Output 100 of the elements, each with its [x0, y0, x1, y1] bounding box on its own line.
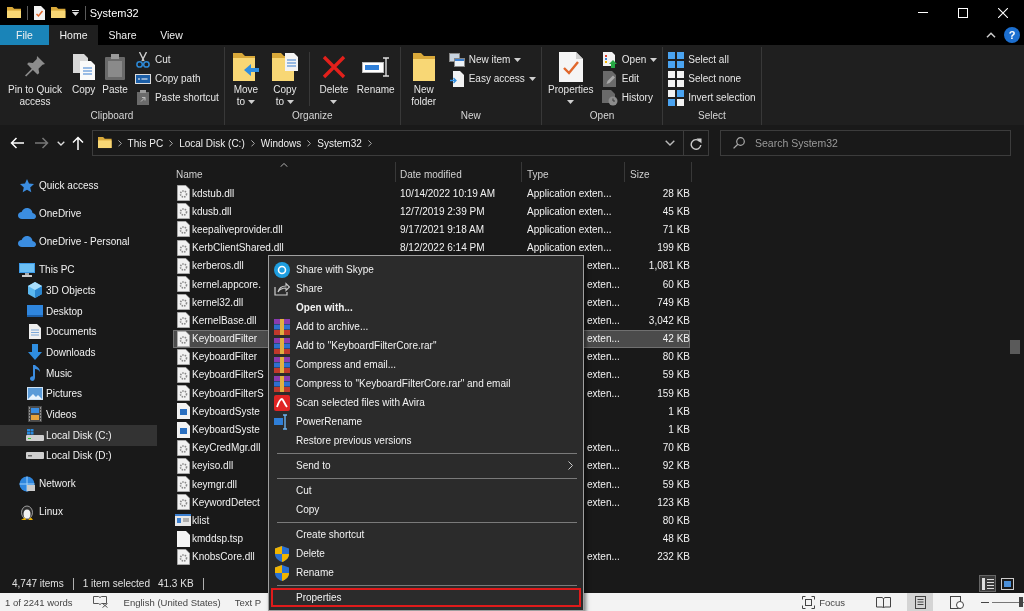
file-name[interactable]: keymgr.dll — [192, 478, 237, 490]
file-name[interactable]: klist — [192, 514, 210, 526]
sidebar-item[interactable]: Local Disk (D:) — [0, 445, 157, 467]
file-name[interactable]: KeywordDetect — [192, 496, 260, 508]
view-button[interactable] — [979, 575, 996, 592]
ribbon-button[interactable]: Cut — [132, 50, 221, 69]
breadcrumb[interactable]: System32 — [317, 137, 362, 149]
ribbon-button[interactable]: Properties — [544, 50, 597, 108]
file-name[interactable]: kernel.appcore. — [192, 278, 261, 290]
sidebar-item[interactable]: Linux — [0, 501, 157, 523]
ribbon-button[interactable]: New folder — [403, 50, 444, 108]
document-check-icon[interactable] — [34, 5, 46, 20]
sidebar-item[interactable]: OneDrive — [0, 203, 157, 224]
file-name[interactable]: KeyboardFilterS — [192, 369, 264, 381]
menu-item[interactable]: Add to "KeyboardFilterCore.rar" — [271, 336, 581, 355]
scrollbar-thumb[interactable] — [1010, 340, 1020, 354]
menu-item[interactable]: Compress and email... — [271, 355, 581, 374]
ribbon-button[interactable]: Copy — [70, 50, 98, 96]
file-name[interactable]: KeyboardSyste — [192, 405, 260, 417]
file-name[interactable]: KeyboardFilter — [192, 333, 258, 345]
file-name[interactable]: kdusb.dll — [192, 205, 232, 217]
file-name[interactable]: KerbClientShared.dll — [192, 242, 284, 254]
menu-item[interactable]: Compress to "KeyboardFilterCore.rar" and email — [271, 374, 581, 393]
focus-button[interactable]: Focus — [799, 593, 848, 611]
menu-item[interactable]: Rename — [271, 563, 581, 582]
sidebar-item[interactable]: Videos — [0, 404, 157, 425]
sidebar-item[interactable]: Quick access — [0, 175, 157, 196]
breadcrumb[interactable]: Local Disk (C:) — [179, 137, 245, 149]
ribbon-tab[interactable]: Home — [49, 25, 98, 45]
file-name[interactable]: KeyboardFilter — [192, 351, 258, 363]
caret-icon[interactable] — [71, 9, 79, 16]
menu-item[interactable]: Copy — [271, 500, 581, 519]
sidebar-item[interactable]: Desktop — [0, 300, 157, 322]
menu-item[interactable]: Properties — [271, 588, 581, 607]
help-button[interactable]: ? — [1004, 27, 1020, 43]
slider-thumb[interactable] — [1018, 597, 1023, 607]
file-name[interactable]: KnobsCore.dll — [192, 551, 255, 563]
ribbon-button[interactable]: Open — [599, 50, 660, 69]
shield-icon — [275, 545, 289, 562]
ribbon-button[interactable]: Copy path — [132, 69, 221, 88]
sidebar-item[interactable]: Network — [0, 473, 157, 495]
ribbon-button[interactable]: History — [599, 88, 660, 107]
file-name[interactable]: keyiso.dll — [192, 460, 234, 472]
sidebar-item[interactable]: OneDrive - Personal — [0, 231, 157, 252]
file-name[interactable]: KernelBase.dll — [192, 314, 257, 326]
file-name[interactable]: kdstub.dll — [192, 187, 235, 199]
proofing-icon[interactable] — [92, 596, 108, 608]
column-header[interactable]: Name — [173, 162, 396, 182]
file-name[interactable]: kernel32.dll — [192, 296, 244, 308]
column-header[interactable]: Date modified — [396, 162, 522, 182]
menu-item[interactable]: Delete — [271, 544, 581, 563]
column-header[interactable]: Size — [625, 162, 692, 182]
breadcrumb[interactable]: This PC — [127, 137, 164, 149]
ribbon-tab[interactable]: File — [0, 25, 49, 45]
sidebar-item[interactable]: Pictures — [0, 383, 157, 405]
folder-icon[interactable] — [7, 6, 22, 19]
file-name[interactable]: kmddsp.tsp — [192, 533, 244, 545]
ribbon-button[interactable]: Invert selection — [666, 88, 758, 107]
ribbon-button[interactable]: New item — [446, 50, 538, 69]
menu-item[interactable]: Share — [271, 279, 581, 298]
breadcrumb[interactable]: Windows — [260, 137, 302, 149]
menu-item[interactable]: Cut — [271, 481, 581, 500]
view-button[interactable] — [999, 575, 1016, 592]
ribbon-button[interactable]: Paste shortcut — [132, 88, 221, 107]
column-header[interactable]: Type — [522, 162, 625, 182]
file-name[interactable]: keepaliveprovider.dll — [192, 223, 283, 235]
sidebar-item[interactable]: Documents — [0, 321, 157, 343]
sidebar-item[interactable]: Downloads — [0, 342, 157, 363]
ribbon-button[interactable]: Rename — [354, 50, 397, 96]
ribbon-button[interactable]: Pin to Quick access — [3, 50, 67, 108]
sidebar-item[interactable]: Music — [0, 362, 157, 384]
sidebar-item[interactable]: 3D Objects — [0, 280, 157, 301]
search-field[interactable]: Search System32 — [720, 130, 1011, 156]
ribbon-button[interactable]: Select all — [666, 50, 758, 69]
sidebar-item[interactable]: This PC — [0, 259, 157, 280]
file-name[interactable]: KeyboardSyste — [192, 424, 260, 436]
ribbon-button[interactable]: Delete — [315, 50, 352, 108]
ribbon-tab[interactable]: Share — [98, 25, 147, 45]
ribbon-button[interactable]: Easy access — [446, 69, 538, 88]
menu-item[interactable]: Share with Skype — [271, 260, 581, 279]
menu-item[interactable]: Add to archive... — [271, 317, 581, 336]
file-name[interactable]: KeyCredMgr.dll — [192, 442, 261, 454]
ribbon-tab[interactable]: View — [147, 25, 196, 45]
menu-item[interactable]: Scan selected files with Avira — [271, 393, 581, 412]
menu-item[interactable]: Restore previous versions — [271, 431, 581, 450]
view-button[interactable] — [907, 593, 933, 611]
menu-item[interactable]: Open with... — [271, 298, 581, 317]
sidebar-item[interactable]: Local Disk (C:) — [0, 424, 157, 446]
folder-icon[interactable] — [51, 6, 66, 19]
ribbon-button[interactable]: Paste — [100, 50, 130, 96]
menu-item[interactable]: Send to — [271, 456, 581, 475]
ribbon-button[interactable]: Move to — [227, 50, 264, 108]
ribbon-button[interactable]: Select none — [666, 69, 758, 88]
file-name[interactable]: KeyboardFilterS — [192, 387, 264, 399]
ribbon-button[interactable]: Copy to — [266, 50, 303, 108]
file-name[interactable]: kerberos.dll — [192, 260, 244, 272]
ribbon-button[interactable]: Edit — [599, 69, 660, 88]
menu-item[interactable]: Create shortcut — [271, 525, 581, 544]
menu-item[interactable]: PowerRename — [271, 412, 581, 431]
address-bar[interactable]: This PC Local Disk (C:) Windows System32 — [92, 130, 709, 156]
